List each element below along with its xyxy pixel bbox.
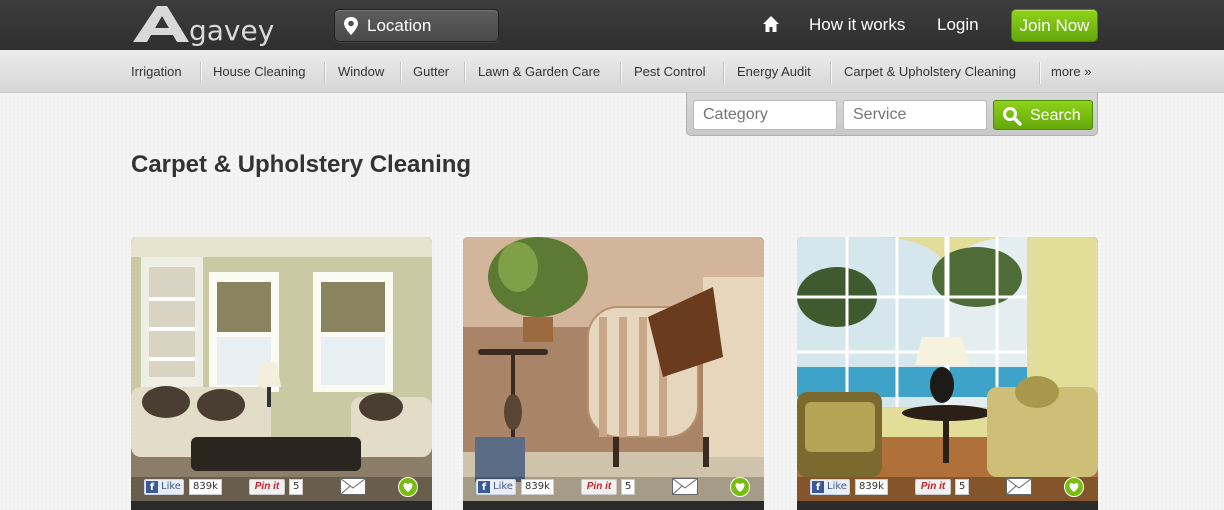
search-button[interactable]: Search	[993, 100, 1093, 130]
card-footer	[131, 501, 432, 510]
category-window[interactable]: Window	[338, 50, 384, 93]
category-nav: Irrigation House Cleaning Window Gutter …	[0, 50, 1224, 93]
favorite-heart-icon[interactable]	[1064, 477, 1084, 497]
logo-text: gavey	[189, 14, 275, 47]
listing-card[interactable]: f Like 839k Pin it 5	[131, 237, 432, 510]
category-lawn-garden-care[interactable]: Lawn & Garden Care	[478, 50, 600, 93]
divider	[830, 62, 831, 84]
pin-it-button[interactable]: Pin it	[915, 479, 951, 495]
like-count: 839k	[521, 479, 554, 495]
page-title: Carpet & Upholstery Cleaning	[131, 151, 472, 178]
divider	[400, 62, 401, 84]
favorite-heart-icon[interactable]	[730, 477, 750, 497]
like-label: Like	[827, 481, 847, 492]
location-input[interactable]: Location	[334, 9, 499, 42]
like-label: Like	[161, 481, 181, 492]
category-house-cleaning[interactable]: House Cleaning	[213, 50, 306, 93]
category-pest-control[interactable]: Pest Control	[634, 50, 706, 93]
divider	[464, 62, 465, 84]
search-panel: Search	[686, 93, 1098, 136]
location-placeholder: Location	[367, 16, 432, 35]
email-icon[interactable]	[340, 478, 366, 495]
search-button-label: Search	[1030, 107, 1081, 124]
favorite-heart-icon[interactable]	[398, 477, 418, 497]
listing-card[interactable]: f Like 839k Pin it 5	[463, 237, 764, 510]
how-it-works-link[interactable]: How it works	[809, 15, 905, 35]
email-icon[interactable]	[1006, 478, 1032, 495]
like-count: 839k	[855, 479, 888, 495]
home-icon[interactable]	[762, 15, 780, 33]
top-bar: gavey Location How it works Login Join N…	[0, 0, 1224, 50]
login-link[interactable]: Login	[937, 15, 979, 35]
divider	[1039, 62, 1040, 84]
pin-it-button[interactable]: Pin it	[581, 479, 617, 495]
category-irrigation[interactable]: Irrigation	[131, 50, 182, 93]
logo[interactable]: gavey	[131, 4, 275, 48]
divider	[620, 62, 621, 84]
facebook-like-button[interactable]: f Like	[810, 479, 850, 495]
facebook-icon: f	[146, 481, 158, 493]
pin-count: 5	[289, 479, 304, 495]
divider	[200, 62, 201, 84]
join-now-button[interactable]: Join Now	[1011, 9, 1098, 42]
divider	[324, 62, 325, 84]
category-more-link[interactable]: more »	[1051, 50, 1091, 93]
category-search-input[interactable]	[693, 100, 837, 130]
category-gutter[interactable]: Gutter	[413, 50, 449, 93]
card-footer	[797, 501, 1098, 510]
sunroom-photo	[797, 237, 1098, 501]
logo-a-mark-icon	[133, 6, 189, 42]
map-pin-icon	[344, 17, 358, 35]
pin-count: 5	[955, 479, 970, 495]
armchair-photo	[463, 237, 764, 501]
search-icon	[1003, 107, 1022, 126]
facebook-icon: f	[478, 481, 490, 493]
like-count: 839k	[189, 479, 222, 495]
listing-card[interactable]: f Like 839k Pin it 5	[797, 237, 1098, 510]
email-icon[interactable]	[672, 478, 698, 495]
facebook-icon: f	[812, 481, 824, 493]
card-footer	[463, 501, 764, 510]
service-search-input[interactable]	[843, 100, 987, 130]
category-carpet-upholstery-cleaning[interactable]: Carpet & Upholstery Cleaning	[844, 50, 1016, 93]
pin-it-button[interactable]: Pin it	[249, 479, 285, 495]
pin-count: 5	[621, 479, 636, 495]
facebook-like-button[interactable]: f Like	[476, 479, 516, 495]
divider	[723, 62, 724, 84]
category-energy-audit[interactable]: Energy Audit	[737, 50, 811, 93]
like-label: Like	[493, 481, 513, 492]
living-room-photo	[131, 237, 432, 501]
facebook-like-button[interactable]: f Like	[144, 479, 184, 495]
